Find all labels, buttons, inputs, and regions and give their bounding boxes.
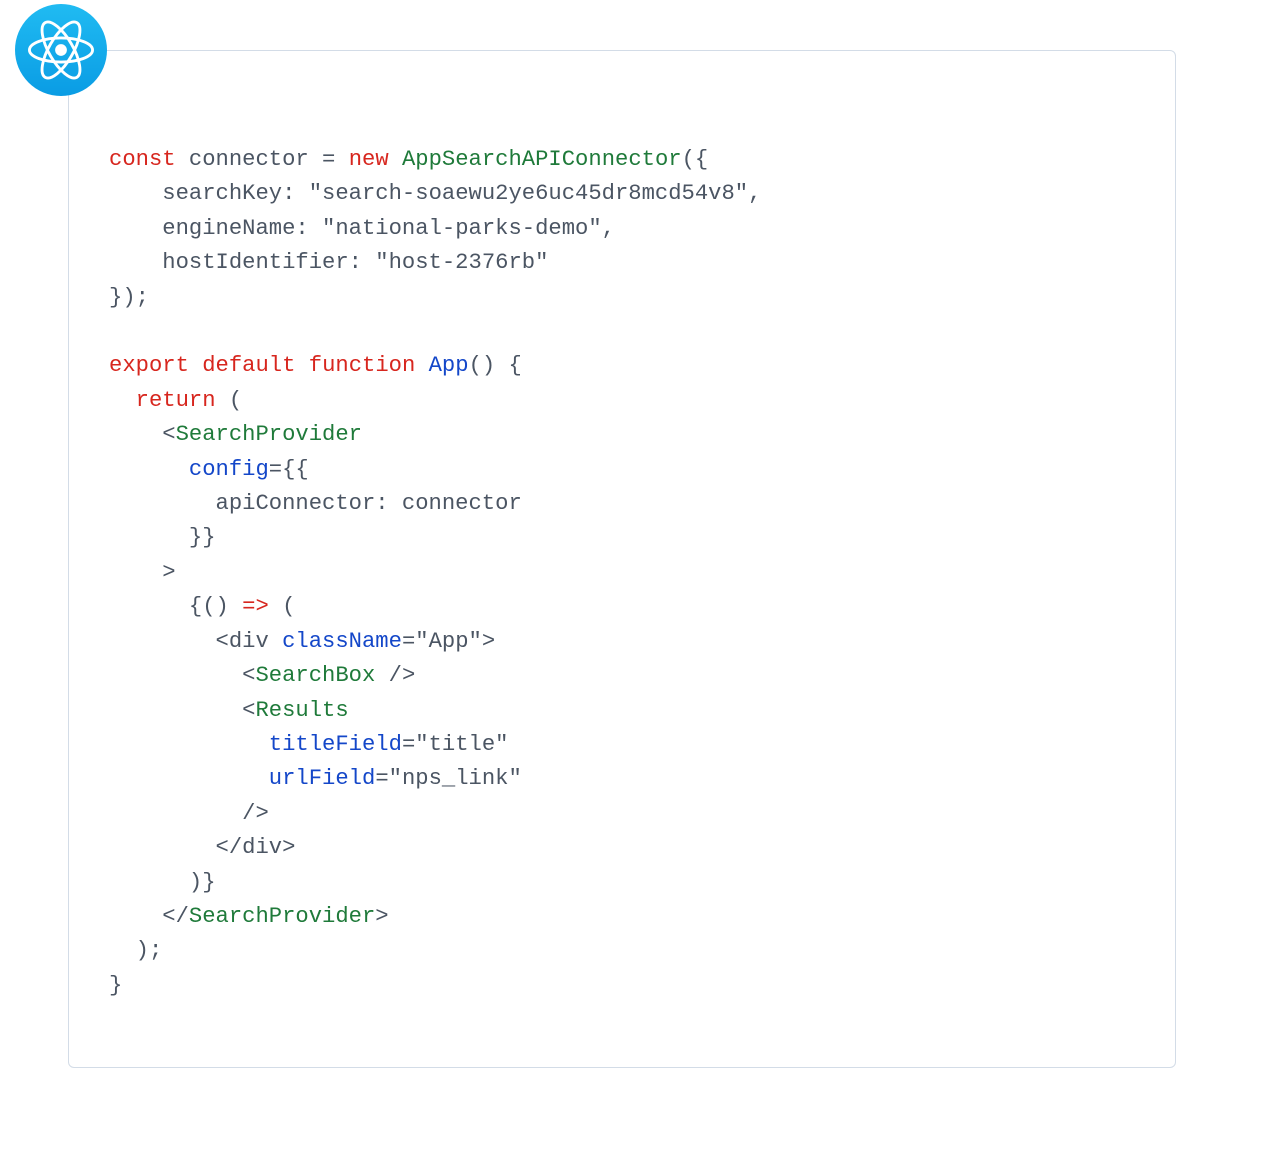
react-logo-badge (15, 4, 107, 96)
code-sample: const connector = new AppSearchAPIConnec… (109, 143, 1135, 1003)
react-icon (28, 17, 94, 83)
code-card: const connector = new AppSearchAPIConnec… (68, 50, 1176, 1068)
